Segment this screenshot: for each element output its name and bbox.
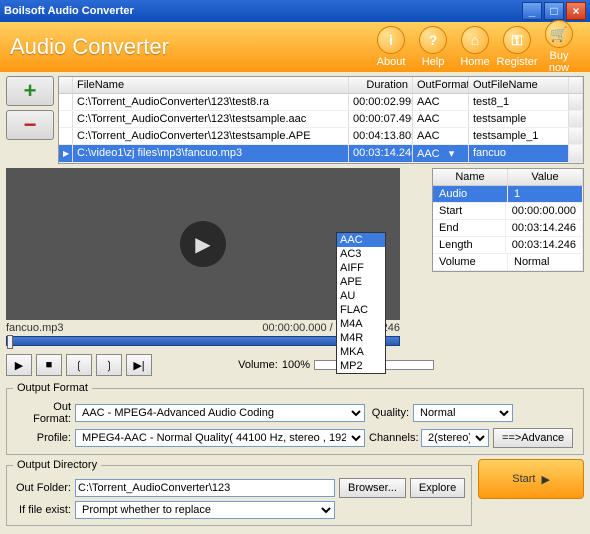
- help-icon: ?: [419, 26, 447, 54]
- propcol-value: Value: [508, 169, 583, 185]
- volume-value: 100%: [282, 359, 310, 371]
- outformat-dropdown-cell[interactable]: AAC ▾: [413, 145, 469, 162]
- about-button[interactable]: iAbout: [370, 26, 412, 68]
- dropdown-item[interactable]: AU: [337, 289, 385, 303]
- out-format-select[interactable]: AAC - MPEG4-Advanced Audio Coding: [75, 404, 365, 422]
- preview-filename: fancuo.mp3: [6, 322, 63, 334]
- advance-button[interactable]: ==>Advance: [493, 428, 573, 448]
- dropdown-item[interactable]: M4A: [337, 317, 385, 331]
- output-directory-group: Output Directory Out Folder: Browser... …: [6, 459, 472, 526]
- col-outformat[interactable]: OutFormat: [413, 77, 469, 93]
- maximize-button[interactable]: □: [544, 2, 564, 20]
- mark-out-button[interactable]: ❳: [96, 354, 122, 376]
- dropdown-item[interactable]: AIFF: [337, 261, 385, 275]
- out-folder-input[interactable]: [75, 479, 335, 497]
- prop-row[interactable]: VolumeNormal: [433, 254, 583, 271]
- file-exist-select[interactable]: Prompt whether to replace: [75, 501, 335, 519]
- col-filename[interactable]: FileName: [73, 77, 349, 93]
- outformat-dropdown[interactable]: AAC AC3 AIFF APE AU FLAC M4A M4R MKA MP2: [336, 232, 386, 374]
- dropdown-item[interactable]: AAC: [337, 233, 385, 247]
- output-format-group: Output Format Out Format: AAC - MPEG4-Ad…: [6, 382, 584, 455]
- play-icon[interactable]: ▶: [180, 221, 226, 267]
- info-icon: i: [377, 26, 405, 54]
- profile-select[interactable]: MPEG4-AAC - Normal Quality( 44100 Hz, st…: [75, 429, 365, 447]
- volume-label: Volume:: [238, 359, 278, 371]
- stop-button[interactable]: ■: [36, 354, 62, 376]
- buynow-button[interactable]: 🛒Buy now: [538, 20, 580, 74]
- home-icon: ⌂: [461, 26, 489, 54]
- app-header: Audio Converter iAbout ?Help ⌂Home ⚿Regi…: [0, 22, 590, 72]
- cart-icon: 🛒: [545, 20, 573, 48]
- browse-button[interactable]: Browser...: [339, 478, 406, 498]
- register-button[interactable]: ⚿Register: [496, 26, 538, 68]
- file-list[interactable]: FileName Duration OutFormat OutFileName …: [58, 76, 584, 164]
- key-icon: ⚿: [503, 26, 531, 54]
- close-button[interactable]: ×: [566, 2, 586, 20]
- add-file-button[interactable]: +: [6, 76, 54, 106]
- dropdown-item[interactable]: MP2: [337, 359, 385, 373]
- channels-select[interactable]: 2(stereo): [421, 429, 489, 447]
- prop-row[interactable]: End00:03:14.246: [433, 220, 583, 237]
- prop-row[interactable]: Audio1: [433, 186, 583, 203]
- dropdown-item[interactable]: M4R: [337, 331, 385, 345]
- dropdown-item[interactable]: FLAC: [337, 303, 385, 317]
- file-list-header: FileName Duration OutFormat OutFileName: [59, 77, 583, 94]
- table-row[interactable]: C:\Torrent_AudioConverter\123\testsample…: [59, 111, 583, 128]
- col-outfilename[interactable]: OutFileName: [469, 77, 569, 93]
- play-button[interactable]: ▶: [6, 354, 32, 376]
- play-arrow-icon: ▶: [541, 473, 549, 486]
- window-title: Boilsoft Audio Converter: [4, 5, 520, 17]
- start-button[interactable]: Start▶: [478, 459, 584, 499]
- col-duration[interactable]: Duration: [349, 77, 413, 93]
- table-row[interactable]: C:\Torrent_AudioConverter\123\testsample…: [59, 128, 583, 145]
- table-row[interactable]: C:\video1\zj files\mp3\fancuo.mp300:03:1…: [59, 145, 583, 163]
- table-row[interactable]: C:\Torrent_AudioConverter\123\test8.ra00…: [59, 94, 583, 111]
- dropdown-item[interactable]: AC3: [337, 247, 385, 261]
- slider-thumb[interactable]: [7, 335, 13, 349]
- remove-file-button[interactable]: −: [6, 110, 54, 140]
- titlebar: Boilsoft Audio Converter _ □ ×: [0, 0, 590, 22]
- help-button[interactable]: ?Help: [412, 26, 454, 68]
- dropdown-item[interactable]: APE: [337, 275, 385, 289]
- property-grid: NameValue Audio1 Start00:00:00.000 End00…: [432, 168, 584, 272]
- mark-in-button[interactable]: ❲: [66, 354, 92, 376]
- explore-button[interactable]: Explore: [410, 478, 465, 498]
- prop-row[interactable]: Start00:00:00.000: [433, 203, 583, 220]
- dropdown-item[interactable]: MKA: [337, 345, 385, 359]
- minimize-button[interactable]: _: [522, 2, 542, 20]
- go-end-button[interactable]: ▶|: [126, 354, 152, 376]
- prop-row[interactable]: Length00:03:14.246: [433, 237, 583, 254]
- quality-select[interactable]: Normal: [413, 404, 513, 422]
- home-button[interactable]: ⌂Home: [454, 26, 496, 68]
- propcol-name: Name: [433, 169, 508, 185]
- app-title: Audio Converter: [10, 34, 370, 60]
